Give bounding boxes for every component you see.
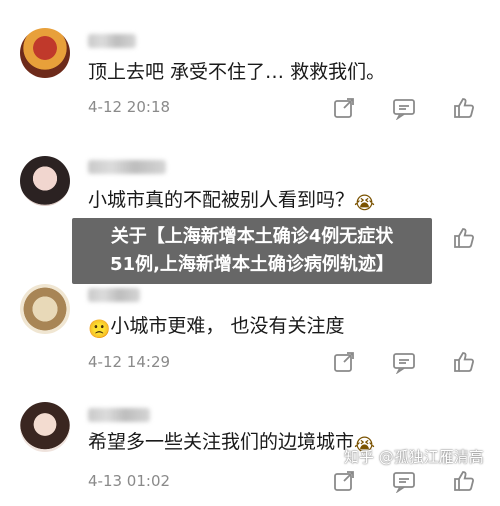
comment-time: 4-12 14:29 xyxy=(88,353,171,371)
comment-text-body: 顶上去吧 承受不住了… 救救我们。 xyxy=(88,61,386,83)
share-icon[interactable] xyxy=(332,96,356,120)
comment-actions xyxy=(332,469,476,494)
comment-text-body: 小城市更难， 也没有关注度 xyxy=(110,315,345,337)
frowning-emoji-icon: 🙁 xyxy=(88,319,111,340)
avatar[interactable] xyxy=(20,156,70,206)
comment-time: 4-13 01:02 xyxy=(88,472,171,490)
share-icon[interactable] xyxy=(332,469,356,493)
avatar[interactable] xyxy=(20,284,70,334)
thumbs-up-icon[interactable] xyxy=(452,350,476,374)
comment-actions xyxy=(332,350,476,375)
comment-icon[interactable] xyxy=(392,350,416,375)
comment-actions xyxy=(332,96,476,121)
article-title-banner[interactable]: 关于【上海新增本土确诊4例无症状 51例,上海新增本土确诊病例轨迹】 xyxy=(72,218,432,284)
username-blurred[interactable] xyxy=(88,34,136,48)
username-blurred[interactable] xyxy=(88,408,150,422)
banner-title-line-1: 关于【上海新增本土确诊4例无症状 xyxy=(110,226,394,247)
comment-icon[interactable] xyxy=(392,96,416,121)
zhihu-watermark: 知乎 @孤独江雁清高 xyxy=(344,448,484,466)
comment-text: 希望多一些关注我们的边境城市😭 xyxy=(88,430,375,457)
username-blurred[interactable] xyxy=(88,288,140,302)
comment-time: 4-12 20:18 xyxy=(88,98,171,116)
comment-text-body: 希望多一些关注我们的边境城市 xyxy=(88,431,355,453)
comment-text-body: 小城市真的不配被别人看到吗？ xyxy=(88,189,355,211)
avatar[interactable] xyxy=(20,28,70,78)
username-blurred[interactable] xyxy=(88,160,166,174)
crying-emoji-icon: 😭 xyxy=(354,193,376,214)
banner-title-line-2: 51例,上海新增本土确诊病例轨迹】 xyxy=(110,254,394,275)
comment-text: 🙁小城市更难， 也没有关注度 xyxy=(88,314,344,341)
comment-text: 顶上去吧 承受不住了… 救救我们。 xyxy=(88,60,385,84)
thumbs-up-icon[interactable] xyxy=(452,96,476,120)
comment-text: 小城市真的不配被别人看到吗？😭 xyxy=(88,188,375,215)
share-icon[interactable] xyxy=(332,350,356,374)
comment-icon[interactable] xyxy=(392,469,416,494)
thumbs-up-icon[interactable] xyxy=(452,469,476,493)
avatar[interactable] xyxy=(20,402,70,452)
thumbs-up-icon[interactable] xyxy=(452,226,476,250)
